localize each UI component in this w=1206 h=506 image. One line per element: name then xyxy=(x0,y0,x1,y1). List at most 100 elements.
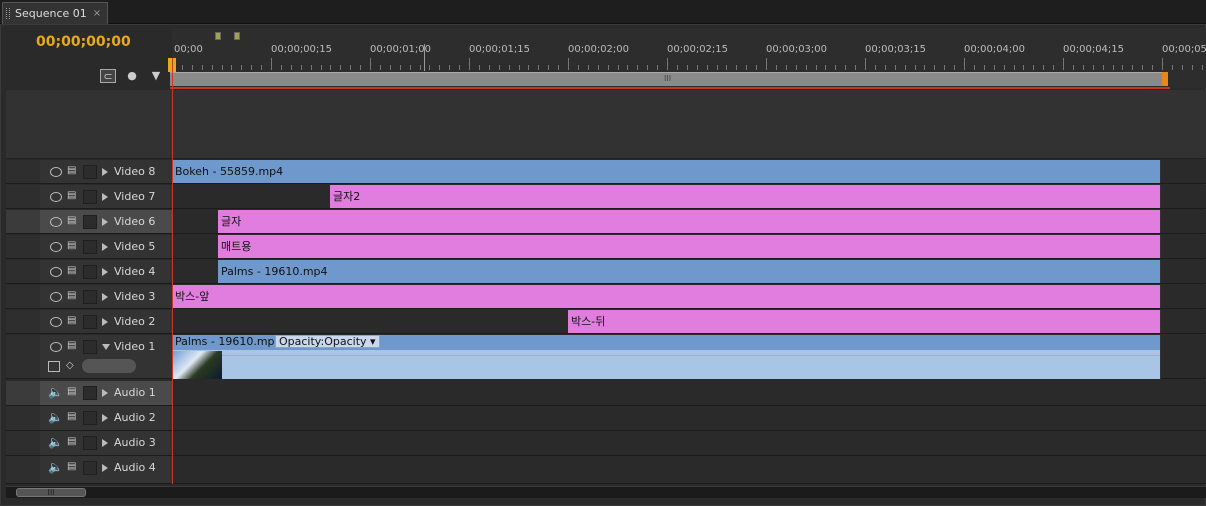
sync-lock-icon[interactable]: ▤ xyxy=(67,315,76,326)
track-lock-toggle[interactable] xyxy=(83,315,97,329)
collapse-expand-icon[interactable] xyxy=(102,168,108,176)
track-lock-toggle[interactable] xyxy=(83,165,97,179)
track-lock-toggle[interactable] xyxy=(83,461,97,475)
track-header-audio-2[interactable]: 🔈 ▤ Audio 2 xyxy=(6,406,176,431)
ruler-minor-tick xyxy=(1122,65,1124,70)
sync-lock-icon[interactable]: ▤ xyxy=(67,165,76,176)
keyframe-icon[interactable]: ● xyxy=(124,69,140,83)
track-lock-toggle[interactable] xyxy=(83,215,97,229)
ruler-minor-tick xyxy=(1053,65,1055,70)
work-area-end-handle[interactable] xyxy=(1162,72,1168,86)
sync-lock-icon[interactable]: ▤ xyxy=(67,240,76,251)
track-header-video-5[interactable]: ▤ Video 5 xyxy=(6,235,176,259)
eye-icon[interactable] xyxy=(50,267,62,277)
track-lock-toggle[interactable] xyxy=(83,436,97,450)
track-lane[interactable] xyxy=(172,431,1206,456)
speaker-icon[interactable]: 🔈 xyxy=(48,435,63,449)
collapse-expand-icon[interactable] xyxy=(102,293,108,301)
track-lock-toggle[interactable] xyxy=(83,190,97,204)
collapse-expand-icon[interactable] xyxy=(102,464,108,472)
sync-lock-icon[interactable]: ▤ xyxy=(67,215,76,226)
collapse-expand-icon[interactable] xyxy=(102,218,108,226)
collapse-expand-icon[interactable] xyxy=(102,193,108,201)
track-header-video-2[interactable]: ▤ Video 2 xyxy=(6,310,176,334)
track-lane[interactable] xyxy=(172,406,1206,431)
clip-v8[interactable]: Bokeh - 55859.mp4 xyxy=(172,160,1161,183)
playhead-line[interactable] xyxy=(172,58,173,484)
sync-lock-icon[interactable]: ▤ xyxy=(67,290,76,301)
snap-icon[interactable]: ⊂ xyxy=(100,69,116,83)
speaker-icon[interactable]: 🔈 xyxy=(48,410,63,424)
eye-icon[interactable] xyxy=(50,317,62,327)
track-header-video-8[interactable]: ▤ Video 8 xyxy=(6,160,176,184)
sync-lock-icon[interactable]: ▤ xyxy=(67,386,76,397)
clip-v3[interactable]: 박스-앞 xyxy=(172,285,1161,308)
track-lock-toggle[interactable] xyxy=(83,290,97,304)
ruler-minor-tick xyxy=(894,65,896,70)
ruler-minor-tick xyxy=(904,65,906,70)
track-lane[interactable] xyxy=(172,456,1206,484)
clip-v7[interactable]: 글자2 xyxy=(330,185,1161,208)
track-lock-toggle[interactable] xyxy=(83,240,97,254)
tab-grip-icon[interactable] xyxy=(6,8,10,19)
clip-v1[interactable]: Palms - 19610.mp4 Opacity:Opacity ▾ xyxy=(172,335,1161,379)
clip-thumbnail xyxy=(172,351,222,379)
keyframe-toggle-icon[interactable]: ◇ xyxy=(66,360,74,371)
render-bar xyxy=(170,87,1170,89)
collapse-expand-icon[interactable] xyxy=(102,414,108,422)
track-lane[interactable] xyxy=(172,381,1206,406)
keyframe-navigator[interactable] xyxy=(82,359,136,373)
track-lock-toggle[interactable] xyxy=(83,340,97,354)
opacity-keyframe-line[interactable] xyxy=(172,355,1160,356)
sync-lock-icon[interactable]: ▤ xyxy=(67,461,76,472)
marker-icon[interactable]: ▼ xyxy=(148,69,164,83)
track-header-video-6[interactable]: ▤ Video 6 xyxy=(6,210,176,234)
collapse-expand-icon[interactable] xyxy=(102,318,108,326)
collapse-expand-icon[interactable] xyxy=(102,439,108,447)
eye-icon[interactable] xyxy=(50,192,62,202)
track-header-audio-4[interactable]: 🔈 ▤ Audio 4 xyxy=(6,456,176,484)
sync-lock-icon[interactable]: ▤ xyxy=(67,411,76,422)
sync-lock-icon[interactable]: ▤ xyxy=(67,340,76,351)
track-lock-toggle[interactable] xyxy=(83,411,97,425)
eye-icon[interactable] xyxy=(50,167,62,177)
track-lock-toggle[interactable] xyxy=(83,265,97,279)
collapse-expand-icon[interactable] xyxy=(102,389,108,397)
sync-lock-icon[interactable]: ▤ xyxy=(67,265,76,276)
horizontal-scrollbar[interactable] xyxy=(6,486,1206,498)
sync-lock-icon[interactable]: ▤ xyxy=(67,436,76,447)
sequence-marker-icon[interactable] xyxy=(234,32,240,40)
clip-v5[interactable]: 매트용 xyxy=(218,235,1161,258)
sequence-marker-icon[interactable] xyxy=(215,32,221,40)
track-lock-toggle[interactable] xyxy=(83,386,97,400)
eye-icon[interactable] xyxy=(50,292,62,302)
track-header-audio-1[interactable]: 🔈 ▤ Audio 1 xyxy=(6,381,176,406)
track-header-video-4[interactable]: ▤ Video 4 xyxy=(6,260,176,284)
ruler-minor-tick xyxy=(330,65,332,70)
track-header-video-7[interactable]: ▤ Video 7 xyxy=(6,185,176,209)
current-timecode[interactable]: 00;00;00;00 xyxy=(36,34,131,50)
close-icon[interactable]: × xyxy=(93,4,101,24)
display-style-icon[interactable] xyxy=(48,361,60,372)
track-header-video-3[interactable]: ▤ Video 3 xyxy=(6,285,176,309)
collapse-expand-icon[interactable] xyxy=(102,344,110,350)
collapse-expand-icon[interactable] xyxy=(102,268,108,276)
collapse-expand-icon[interactable] xyxy=(102,243,108,251)
clip-v2[interactable]: 박스-뒤 xyxy=(568,310,1161,333)
speaker-icon[interactable]: 🔈 xyxy=(48,460,63,474)
ruler-minor-tick xyxy=(1152,65,1154,70)
clip-v6[interactable]: 글자 xyxy=(218,210,1161,233)
ruler-minor-tick xyxy=(696,65,698,70)
scrollbar-thumb[interactable]: III xyxy=(16,488,86,497)
effect-dropdown[interactable]: Opacity:Opacity ▾ xyxy=(275,335,380,348)
clip-v4[interactable]: Palms - 19610.mp4 xyxy=(218,260,1161,283)
track-header-video-1[interactable]: ▤ Video 1 ◇ xyxy=(6,335,176,379)
sync-lock-icon[interactable]: ▤ xyxy=(67,190,76,201)
tab-sequence-01[interactable]: Sequence 01 × xyxy=(2,2,109,24)
eye-icon[interactable] xyxy=(50,217,62,227)
ruler-minor-tick xyxy=(310,65,312,70)
speaker-icon[interactable]: 🔈 xyxy=(48,385,63,399)
track-header-audio-3[interactable]: 🔈 ▤ Audio 3 xyxy=(6,431,176,456)
eye-icon[interactable] xyxy=(50,242,62,252)
eye-icon[interactable] xyxy=(50,342,62,352)
